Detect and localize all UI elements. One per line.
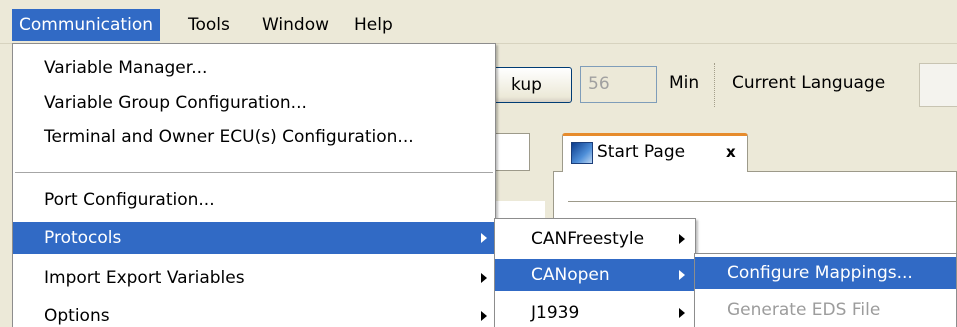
menu-item-j1939[interactable]: J1939 <box>495 297 695 327</box>
menu-item-label: Configure Mappings... <box>727 263 913 283</box>
submenu-arrow-icon <box>481 233 487 243</box>
menu-item-protocols[interactable]: Protocols <box>13 222 495 254</box>
document-divider <box>568 201 957 202</box>
menu-tools[interactable]: Tools <box>181 9 237 41</box>
menu-item-import-export-variables[interactable]: Import Export Variables <box>13 262 495 294</box>
menu-help[interactable]: Help <box>347 9 400 41</box>
menu-separator <box>15 172 493 173</box>
menu-item-label: CANopen <box>531 265 610 285</box>
submenu-arrow-icon <box>679 308 685 318</box>
menu-item-label: J1939 <box>531 303 580 323</box>
submenu-arrow-icon <box>481 273 487 283</box>
submenu-arrow-icon <box>481 311 487 321</box>
tab-close-icon[interactable]: x <box>726 143 736 161</box>
menu-item-label: CANFreestyle <box>531 229 645 249</box>
menu-item-variable-manager[interactable]: Variable Manager... <box>13 52 495 84</box>
tab-label: Start Page <box>597 142 686 162</box>
menu-item-canopen[interactable]: CANopen <box>495 259 695 291</box>
backup-button[interactable]: kup <box>490 67 572 103</box>
menu-window[interactable]: Window <box>255 9 336 41</box>
menu-item-options[interactable]: Options <box>13 300 495 327</box>
current-language-field[interactable] <box>919 63 957 107</box>
menu-item-label: Generate EDS File <box>727 300 881 320</box>
menu-item-variable-group-configuration[interactable]: Variable Group Configuration... <box>13 87 495 119</box>
tab-start-page[interactable]: Start Page x <box>562 133 748 172</box>
current-language-label: Current Language <box>732 73 886 93</box>
menu-item-port-configuration[interactable]: Port Configuration... <box>13 184 495 216</box>
menu-item-configure-mappings[interactable]: Configure Mappings... <box>695 257 956 289</box>
menubar: Communication Tools Window Help <box>0 0 957 44</box>
menu-item-canfreestyle[interactable]: CANFreestyle <box>495 223 695 255</box>
menu-item-terminal-owner-ecu-configuration[interactable]: Terminal and Owner ECU(s) Configuration.… <box>13 121 495 153</box>
menu-item-label: Protocols <box>44 228 122 248</box>
menu-item-label: Terminal and Owner ECU(s) Configuration.… <box>44 127 414 147</box>
menu-item-label: Import Export Variables <box>44 268 245 288</box>
menu-item-label: Options <box>44 306 110 326</box>
menu-item-label: Port Configuration... <box>44 190 215 210</box>
start-page-icon <box>571 142 593 164</box>
menu-item-label: Variable Group Configuration... <box>44 93 307 113</box>
menu-item-label: Variable Manager... <box>44 58 208 78</box>
interval-unit-label: Min <box>669 73 700 93</box>
menu-item-generate-eds-file: Generate EDS File <box>695 294 956 326</box>
interval-input[interactable]: 56 <box>580 66 657 103</box>
submenu-arrow-icon <box>679 270 685 280</box>
protocols-menu: CANFreestyle CANopen J1939 <box>494 218 696 327</box>
communication-menu: Variable Manager... Variable Group Confi… <box>12 43 496 327</box>
menu-communication[interactable]: Communication <box>12 9 160 41</box>
submenu-arrow-icon <box>679 234 685 244</box>
canopen-menu: Configure Mappings... Generate EDS File <box>694 253 957 327</box>
toolbar-separator <box>714 63 715 107</box>
